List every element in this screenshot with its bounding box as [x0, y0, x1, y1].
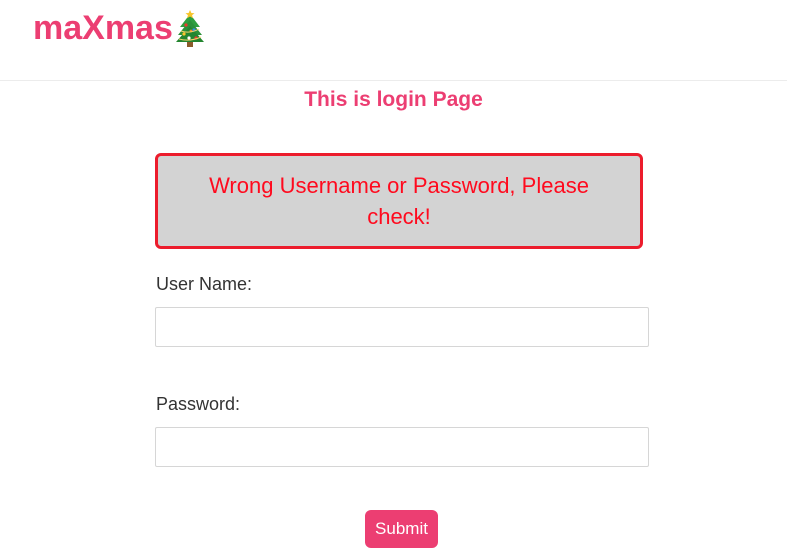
page-title: This is login Page	[304, 88, 483, 111]
username-input[interactable]	[155, 307, 649, 347]
error-message: Wrong Username or Password, Please check…	[209, 173, 589, 229]
brand-name: maXmas	[33, 9, 173, 47]
brand-link[interactable]: maXmas	[33, 8, 206, 48]
error-alert: Wrong Username or Password, Please check…	[155, 153, 643, 249]
username-label: User Name:	[156, 274, 253, 294]
submit-button[interactable]: Submit	[365, 510, 438, 548]
site-header: maXmas	[0, 0, 787, 81]
password-input[interactable]	[155, 427, 649, 467]
password-label: Password:	[156, 394, 241, 414]
christmas-tree-icon	[174, 10, 206, 48]
